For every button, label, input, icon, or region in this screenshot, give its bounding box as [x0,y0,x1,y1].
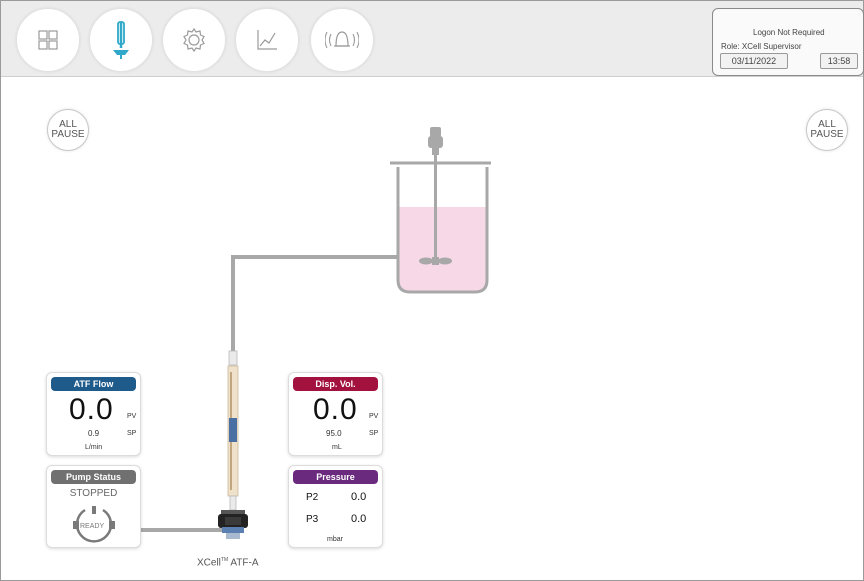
pump-ring-label: READY [80,523,105,530]
device-name: XCell [197,557,221,569]
disp-vol-pv-label: PV [369,413,379,420]
pressure-p3-value: 0.0 [351,513,367,525]
bioreactor-vessel [390,161,491,294]
pressure-p3-label: P3 [306,514,319,525]
atf-flow-unit: L/min [85,444,103,451]
feed-tubing [231,255,400,352]
disp-vol-sp-label: SP [369,430,379,437]
atf-flow-sp-label: SP [127,430,137,437]
pressure-p2-value: 0.0 [351,491,367,503]
atf-flow-sp: 0.9 [88,429,100,438]
device-model: ATF-A [230,557,259,569]
pressure-p2-label: P2 [306,492,319,503]
pump-state: STOPPED [69,488,118,499]
pump-status-title: Pump Status [51,470,136,484]
pressure-card[interactable]: Pressure P2 0.0 P3 0.0 mbar [288,465,383,548]
atf-flow-pv: 0.0 [69,393,114,426]
disp-vol-pv: 0.0 [313,393,358,426]
atf-pump-head [218,510,248,539]
device-trademark: TM [220,557,229,563]
disp-vol-unit: mL [332,444,342,451]
pump-status-card[interactable]: Pump Status STOPPED READY [46,465,141,548]
atf-flow-card[interactable]: ATF Flow 0.0 PV 0.9 SP L/min [46,372,141,456]
pressure-title: Pressure [293,470,378,484]
atf-filter-column [227,350,239,511]
disp-vol-card[interactable]: Disp. Vol. 0.0 PV 95.0 SP mL [288,372,383,456]
atf-flow-pv-label: PV [127,413,137,420]
disp-vol-sp: 95.0 [326,429,342,438]
device-label: XCellTM ATF-A [197,557,259,568]
atf-flow-title: ATF Flow [51,377,136,391]
pressure-unit: mbar [327,536,343,543]
disp-vol-title: Disp. Vol. [293,377,378,391]
